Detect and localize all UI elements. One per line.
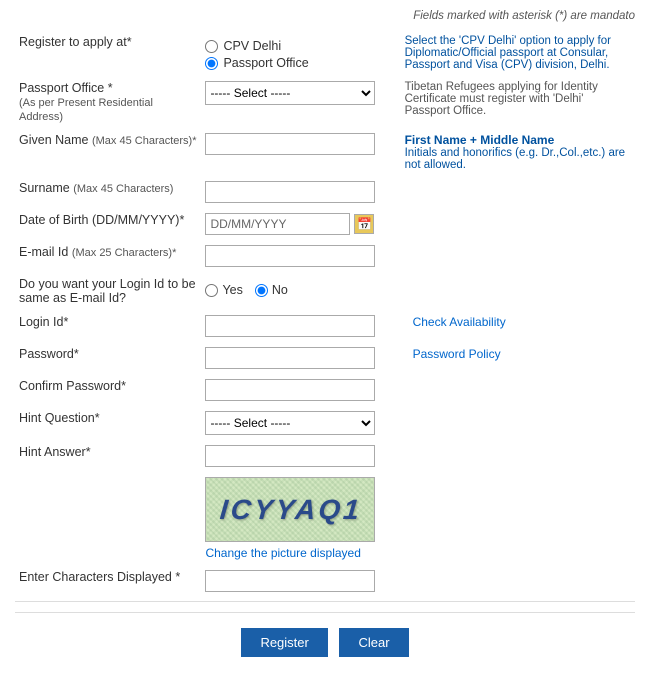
passport-office-option[interactable]: Passport Office [205, 56, 396, 70]
surname-row: Surname (Max 45 Characters) [15, 176, 635, 208]
captcha-image-text: ICYYAQ1 [218, 494, 363, 526]
password-row: Password* Password Policy [15, 342, 635, 374]
given-name-input[interactable] [205, 133, 375, 155]
passport-office-input-cell: ----- Select ----- [201, 76, 400, 128]
hint-question-row: Hint Question* ----- Select ----- [15, 406, 635, 440]
yes-radio[interactable] [205, 284, 218, 297]
captcha-image-row: ICYYAQ1 Change the picture displayed [15, 472, 635, 565]
given-name-info-cell: First Name + Middle Name Initials and ho… [401, 128, 635, 176]
hint-question-label: Hint Question* [15, 406, 201, 440]
page-wrapper: Fields marked with asterisk (*) are mand… [0, 0, 650, 677]
enter-characters-input-cell [201, 565, 400, 597]
captcha-input[interactable] [205, 570, 375, 592]
login-same-label: Do you want your Login Id to be same as … [15, 272, 201, 310]
login-id-row: Login Id* Check Availability [15, 310, 635, 342]
given-name-row: Given Name (Max 45 Characters)* First Na… [15, 128, 635, 176]
confirm-password-input[interactable] [205, 379, 375, 401]
email-input[interactable] [205, 245, 375, 267]
captcha-image-cell: ICYYAQ1 Change the picture displayed [201, 472, 400, 565]
dob-label: Date of Birth (DD/MM/YYYY)* [15, 208, 201, 240]
cpv-info-cell: Select the 'CPV Delhi' option to apply f… [401, 30, 635, 76]
calendar-icon[interactable]: 📅 [354, 214, 374, 234]
check-availability-cell: Check Availability [401, 310, 635, 342]
surname-input[interactable] [205, 181, 375, 203]
enter-characters-label: Enter Characters Displayed * [15, 565, 201, 597]
email-label: E-mail Id (Max 25 Characters)* [15, 240, 201, 272]
given-name-label: Given Name (Max 45 Characters)* [15, 128, 201, 176]
email-row: E-mail Id (Max 25 Characters)* [15, 240, 635, 272]
buttons-row: Register Clear [15, 612, 635, 657]
register-button[interactable]: Register [241, 628, 327, 657]
given-name-input-cell [201, 128, 400, 176]
confirm-password-input-cell [201, 374, 400, 406]
surname-input-cell [201, 176, 400, 208]
enter-characters-row: Enter Characters Displayed * [15, 565, 635, 597]
login-id-label: Login Id* [15, 310, 201, 342]
no-radio[interactable] [255, 284, 268, 297]
bottom-divider [15, 601, 635, 602]
password-policy-cell: Password Policy [401, 342, 635, 374]
register-apply-input-cell: CPV Delhi Passport Office [201, 30, 400, 76]
confirm-password-row: Confirm Password* [15, 374, 635, 406]
login-id-input-cell [201, 310, 400, 342]
login-id-input[interactable] [205, 315, 375, 337]
surname-label: Surname (Max 45 Characters) [15, 176, 201, 208]
captcha-box: ICYYAQ1 [205, 477, 375, 542]
check-availability-link[interactable]: Check Availability [405, 315, 506, 329]
dob-input[interactable] [205, 213, 350, 235]
hint-answer-input-cell [201, 440, 400, 472]
hint-answer-label: Hint Answer* [15, 440, 201, 472]
passport-office-label: Passport Office * (As per Present Reside… [15, 76, 201, 128]
clear-button[interactable]: Clear [339, 628, 408, 657]
login-same-row: Do you want your Login Id to be same as … [15, 272, 635, 310]
form-table: Register to apply at* CPV Delhi Passport… [15, 30, 635, 597]
password-input-cell [201, 342, 400, 374]
register-apply-row: Register to apply at* CPV Delhi Passport… [15, 30, 635, 76]
register-apply-label: Register to apply at* [15, 30, 201, 76]
dob-input-cell: 📅 [201, 208, 400, 240]
dob-input-wrapper: 📅 [205, 213, 396, 235]
hint-question-select[interactable]: ----- Select ----- [205, 411, 375, 435]
change-picture-link[interactable]: Change the picture displayed [205, 546, 396, 560]
login-same-input-cell: Yes No [201, 272, 400, 310]
dob-row: Date of Birth (DD/MM/YYYY)* 📅 [15, 208, 635, 240]
password-input[interactable] [205, 347, 375, 369]
passport-office-select[interactable]: ----- Select ----- [205, 81, 375, 105]
cpv-radio[interactable] [205, 40, 218, 53]
hint-question-input-cell: ----- Select ----- [201, 406, 400, 440]
top-note: Fields marked with asterisk (*) are mand… [15, 10, 635, 22]
hint-answer-row: Hint Answer* [15, 440, 635, 472]
passport-office-row: Passport Office * (As per Present Reside… [15, 76, 635, 128]
password-label: Password* [15, 342, 201, 374]
yes-no-radio-group: Yes No [205, 277, 396, 297]
cpv-delhi-option[interactable]: CPV Delhi [205, 39, 396, 53]
passport-office-info-cell: Tibetan Refugees applying for Identity C… [401, 76, 635, 128]
confirm-password-label: Confirm Password* [15, 374, 201, 406]
hint-answer-input[interactable] [205, 445, 375, 467]
email-input-cell [201, 240, 400, 272]
register-radio-group: CPV Delhi Passport Office [205, 35, 396, 70]
passport-office-select-wrapper: ----- Select ----- [205, 81, 396, 105]
yes-option[interactable]: Yes [205, 283, 242, 297]
passport-office-radio[interactable] [205, 57, 218, 70]
password-policy-link[interactable]: Password Policy [405, 347, 501, 361]
no-option[interactable]: No [255, 283, 288, 297]
